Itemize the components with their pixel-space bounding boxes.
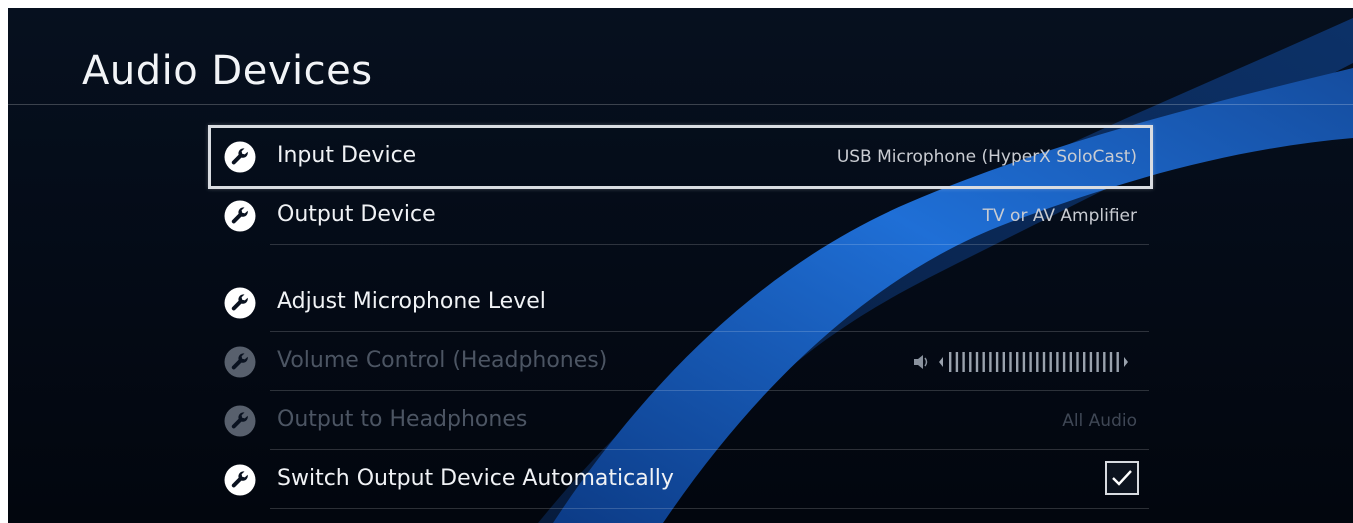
volume-level-bar: [949, 352, 952, 372]
volume-level-bar: [1049, 352, 1052, 372]
volume-level-bar: [1089, 352, 1093, 372]
row-divider: [270, 508, 1149, 509]
volume-level-bar: [982, 352, 985, 372]
menu-item-switch-output-device-automatically[interactable]: Switch Output Device Automatically: [208, 449, 1153, 509]
volume-level-bar: [955, 352, 959, 372]
menu-item-value: TV or AV Amplifier: [982, 206, 1137, 226]
wrench-icon: [224, 200, 256, 232]
wrench-icon: [224, 464, 256, 496]
menu-item-label: Switch Output Device Automatically: [277, 466, 674, 491]
checkmark-icon: [1112, 470, 1132, 486]
page-title: Audio Devices: [82, 48, 373, 94]
menu-item-adjust-microphone-level[interactable]: Adjust Microphone Level: [208, 272, 1153, 332]
volume-level-bar: [1016, 352, 1019, 372]
speaker-icon: [914, 355, 928, 369]
volume-slider[interactable]: [901, 350, 1141, 374]
wrench-icon: [224, 346, 256, 378]
menu-item-label: Volume Control (Headphones): [277, 348, 608, 373]
wrench-icon: [224, 405, 256, 437]
menu-item-label: Input Device: [277, 143, 417, 168]
slider-left-arrow: [939, 357, 943, 367]
wrench-icon: [224, 141, 256, 173]
audio-devices-screen: Audio Devices Input Device USB Microphon…: [8, 8, 1353, 523]
title-divider: [8, 104, 1353, 105]
volume-level-bar: [962, 352, 965, 372]
volume-level-bar: [1103, 352, 1106, 372]
volume-level-bar: [989, 352, 992, 372]
menu-item-label: Adjust Microphone Level: [277, 289, 546, 314]
menu-item-output-device[interactable]: Output Device TV or AV Amplifier: [208, 185, 1153, 245]
volume-level-bar: [1096, 352, 1099, 372]
volume-level-bar: [1109, 352, 1113, 372]
volume-level-bar: [1116, 352, 1119, 372]
volume-level-bar: [1069, 352, 1072, 372]
volume-level-bar: [1036, 352, 1039, 372]
row-divider: [270, 244, 1149, 245]
volume-level-bar: [995, 352, 999, 372]
volume-level-bar: [1022, 352, 1026, 372]
volume-level-bar: [1002, 352, 1005, 372]
volume-level-bar: [1083, 352, 1086, 372]
menu-item-input-device[interactable]: Input Device USB Microphone (HyperX Solo…: [208, 125, 1153, 189]
auto-switch-checkbox[interactable]: [1105, 461, 1139, 495]
menu-item-label: Output Device: [277, 202, 436, 227]
menu-item-label: Output to Headphones: [277, 407, 528, 432]
volume-level-bar: [1029, 352, 1032, 372]
menu-item-output-to-headphones[interactable]: Output to Headphones All Audio: [208, 390, 1153, 450]
slider-level-bars: [949, 352, 1119, 372]
slider-right-arrow: [1124, 357, 1128, 367]
volume-level-bar: [1056, 352, 1059, 372]
volume-level-bar: [975, 352, 979, 372]
volume-level-bar: [1042, 352, 1046, 372]
volume-level-bar: [1062, 352, 1066, 372]
volume-level-bar: [1009, 352, 1012, 372]
menu-item-value: All Audio: [1062, 411, 1137, 431]
menu-item-value: USB Microphone (HyperX SoloCast): [836, 147, 1137, 167]
volume-level-bar: [969, 352, 972, 372]
menu-item-volume-control-headphones[interactable]: Volume Control (Headphones): [208, 331, 1153, 391]
wrench-icon: [224, 287, 256, 319]
volume-level-bar: [1076, 352, 1079, 372]
